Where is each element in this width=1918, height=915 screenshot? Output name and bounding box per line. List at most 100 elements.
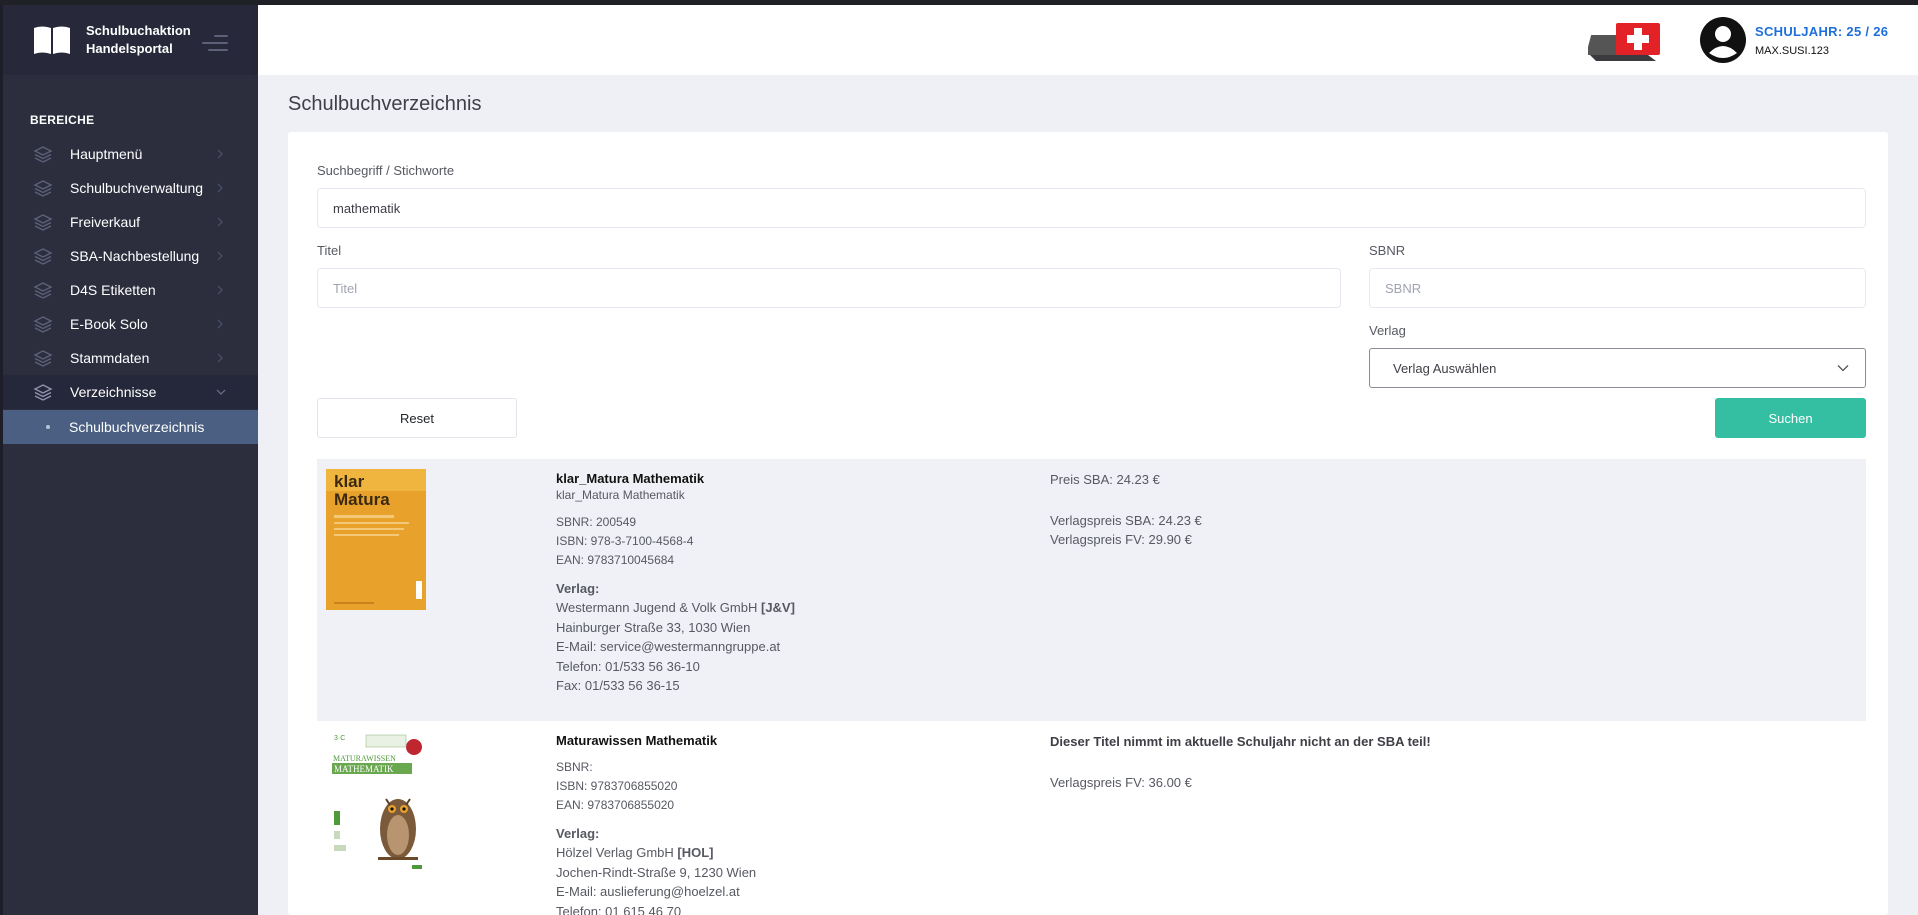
keyword-input[interactable] — [317, 188, 1866, 228]
publisher-select[interactable]: Verlag Auswählen — [1369, 348, 1866, 388]
menu-toggle-icon[interactable] — [202, 35, 228, 52]
result-row: 3·C MATURAWISSEN MATHEMATIK Maturawissen… — [317, 721, 1866, 915]
reset-button[interactable]: Reset — [317, 398, 517, 438]
publisher-code: [J&V] — [760, 600, 795, 615]
price-publisher-fv: Verlagspreis FV: 29.90 € — [1050, 532, 1192, 547]
book-cover-image[interactable]: klar Matura — [326, 469, 426, 610]
cover-title-2: MATHEMATIK — [334, 764, 394, 774]
publisher-phone: Telefon: 01 615 46 70 — [556, 903, 682, 915]
publisher-phone: Telefon: 01/533 56 36-10 — [556, 658, 700, 674]
chevron-down-icon — [1837, 365, 1849, 372]
section-label: BEREICHE — [30, 113, 95, 127]
main-content: Schulbuchverzeichnis Suchbegriff / Stich… — [258, 75, 1918, 915]
publisher-email: E-Mail: service@westermanngruppe.at — [556, 639, 781, 654]
sidebar: Schulbuchaktion Handelsportal BEREICHE H… — [3, 5, 258, 915]
book-info: klar_Matura Mathematik klar_Matura Mathe… — [556, 470, 1036, 696]
chevron-down-icon — [216, 389, 226, 395]
sbnr-label: SBNR — [1369, 243, 1406, 258]
price-info: Preis SBA: 24.23 € Verlagspreis SBA: 24.… — [1050, 470, 1750, 549]
layers-icon — [33, 180, 53, 197]
book-isbn: ISBN: 978-3-7100-4568-4 — [556, 534, 694, 548]
title-input[interactable] — [317, 268, 1341, 308]
chevron-right-icon — [217, 285, 223, 295]
brand[interactable]: Schulbuchaktion Handelsportal — [3, 5, 258, 75]
publisher-label: Verlag — [1369, 323, 1406, 338]
layers-icon — [33, 350, 53, 367]
layers-icon — [33, 214, 53, 231]
layers-icon — [33, 248, 53, 265]
book-subtitle: klar_Matura Mathematik — [556, 488, 685, 502]
book-title[interactable]: Maturawissen Mathematik — [556, 732, 1036, 749]
sidebar-subitem-schulbuchverzeichnis[interactable]: Schulbuchverzeichnis — [3, 410, 258, 444]
swiss-flag-laptop-icon[interactable] — [1588, 17, 1668, 65]
brand-line-2: Handelsportal — [86, 41, 173, 56]
sidebar-item-label: Stammdaten — [70, 350, 150, 366]
result-row: klar Matura klar_Matura Mathematik klar_… — [317, 459, 1866, 721]
chevron-right-icon — [217, 353, 223, 363]
sidebar-item-label: Hauptmenü — [70, 146, 143, 162]
sidebar-item-sba-nachbestellung[interactable]: SBA-Nachbestellung — [3, 239, 258, 273]
sidebar-item-freiverkauf[interactable]: Freiverkauf — [3, 205, 258, 239]
publisher-heading: Verlag: — [556, 826, 600, 841]
book-sbnr: SBNR: — [556, 760, 593, 774]
publisher-name: Westermann Jugend & Volk GmbH — [556, 600, 758, 615]
sidebar-item-d4s-etiketten[interactable]: D4S Etiketten — [3, 273, 258, 307]
publisher-name: Hölzel Verlag GmbH — [556, 845, 674, 860]
sidebar-item-label: D4S Etiketten — [70, 282, 156, 298]
sba-notice: Dieser Titel nimmt im aktuelle Schuljahr… — [1050, 734, 1431, 749]
sidebar-item-label: E-Book Solo — [70, 316, 148, 332]
book-info: Maturawissen Mathematik SBNR: ISBN: 9783… — [556, 732, 1036, 915]
layers-icon — [33, 282, 53, 299]
sidebar-item-hauptmenue[interactable]: Hauptmenü — [3, 137, 258, 171]
layers-icon — [33, 316, 53, 333]
username-label: MAX.SUSI.123 — [1755, 45, 1829, 57]
sidebar-item-label: Schulbuchverwaltung — [70, 180, 204, 196]
layers-icon — [33, 384, 53, 401]
publisher-name-line: Hölzel Verlag GmbH [HOL] — [556, 843, 1036, 863]
school-year-label[interactable]: SCHULJAHR: 25 / 26 — [1755, 24, 1888, 39]
sidebar-item-verzeichnisse[interactable]: Verzeichnisse — [3, 375, 258, 409]
title-label: Titel — [317, 243, 342, 258]
sidebar-subitem-label: Schulbuchverzeichnis — [69, 419, 205, 435]
book-cover-image[interactable]: 3·C MATURAWISSEN MATHEMATIK — [326, 731, 426, 872]
bullet-icon — [46, 425, 50, 429]
book-ean: EAN: 9783706855020 — [556, 798, 675, 812]
search-button[interactable]: Suchen — [1715, 398, 1866, 438]
book-ean: EAN: 9783710045684 — [556, 553, 675, 567]
price-info: Dieser Titel nimmt im aktuelle Schuljahr… — [1050, 732, 1750, 792]
chevron-right-icon — [217, 149, 223, 159]
price-publisher-sba: Verlagspreis SBA: 24.23 € — [1050, 513, 1202, 528]
price-publisher-fv: Verlagspreis FV: 36.00 € — [1050, 775, 1192, 790]
chevron-right-icon — [217, 319, 223, 329]
sidebar-item-e-book-solo[interactable]: E-Book Solo — [3, 307, 258, 341]
book-sbnr: SBNR: 200549 — [556, 515, 637, 529]
brand-name: Schulbuchaktion Handelsportal — [86, 22, 191, 58]
keyword-label: Suchbegriff / Stichworte — [317, 163, 455, 178]
brand-line-1: Schulbuchaktion — [86, 23, 191, 38]
cover-title-1: MATURAWISSEN — [333, 754, 396, 763]
top-header: SCHULJAHR: 25 / 26 MAX.SUSI.123 — [258, 5, 1918, 75]
svg-text:3·C: 3·C — [334, 735, 345, 742]
layers-icon — [33, 146, 53, 163]
sidebar-item-label: Freiverkauf — [70, 214, 141, 230]
publisher-address: Hainburger Straße 33, 1030 Wien — [556, 619, 751, 635]
book-title[interactable]: klar_Matura Mathematik — [556, 470, 1036, 487]
cover-title-1: klar — [334, 472, 365, 491]
search-card: Suchbegriff / Stichworte Titel SBNR Verl… — [288, 132, 1888, 915]
sbnr-input[interactable] — [1369, 268, 1866, 308]
chevron-right-icon — [217, 217, 223, 227]
publisher-email: E-Mail: auslieferung@hoelzel.at — [556, 884, 740, 899]
publisher-heading: Verlag: — [556, 581, 600, 596]
sidebar-item-schulbuchverwaltung[interactable]: Schulbuchverwaltung — [3, 171, 258, 205]
publisher-select-value: Verlag Auswählen — [1393, 360, 1497, 376]
chevron-right-icon — [217, 251, 223, 261]
sidebar-item-label: SBA-Nachbestellung — [70, 248, 200, 264]
publisher-address: Jochen-Rindt-Straße 9, 1230 Wien — [556, 864, 757, 880]
publisher-name-line: Westermann Jugend & Volk GmbH [J&V] — [556, 598, 1036, 618]
publisher-fax: Fax: 01/533 56 36-15 — [556, 678, 680, 693]
price-sba: Preis SBA: 24.23 € — [1050, 472, 1160, 487]
publisher-code: [HOL] — [677, 845, 714, 860]
sidebar-item-stammdaten[interactable]: Stammdaten — [3, 341, 258, 375]
user-avatar-icon[interactable] — [1700, 17, 1746, 63]
chevron-right-icon — [217, 183, 223, 193]
